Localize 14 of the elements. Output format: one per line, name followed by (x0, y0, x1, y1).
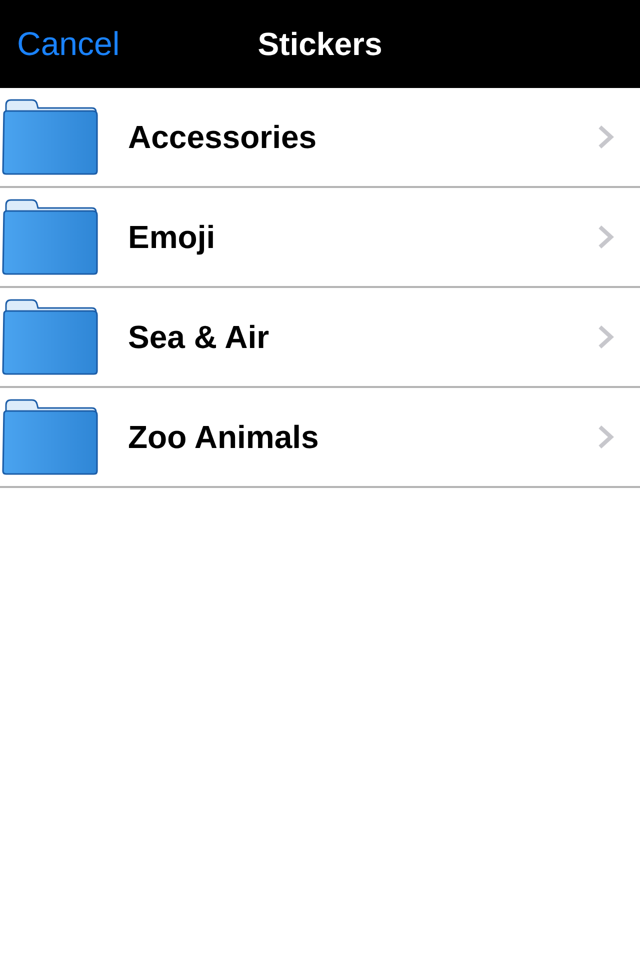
folder-name: Zoo Animals (128, 418, 320, 457)
folder-name: Emoji (128, 218, 216, 257)
chevron-right-icon (598, 125, 614, 149)
folder-icon (2, 399, 98, 475)
folder-icon (2, 99, 98, 175)
folder-icon (2, 299, 98, 375)
folder-name: Sea & Air (128, 318, 270, 357)
cancel-button[interactable]: Cancel (12, 22, 125, 66)
navigation-title: Stickers (258, 25, 382, 64)
chevron-right-icon (598, 225, 614, 249)
chevron-right-icon (598, 325, 614, 349)
folder-name: Accessories (128, 118, 318, 157)
chevron-right-icon (598, 425, 614, 449)
folder-icon (2, 199, 98, 275)
